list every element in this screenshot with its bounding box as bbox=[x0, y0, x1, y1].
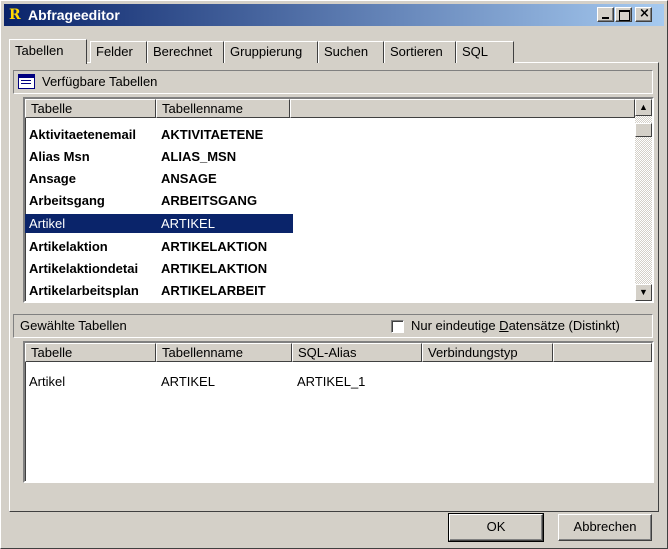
chosen-tables-title: Gewählte Tabellen bbox=[20, 318, 127, 333]
cell-table: Artikelarbeitsplan bbox=[29, 283, 139, 298]
cell-name: ANSAGE bbox=[161, 171, 217, 186]
cell-table: Artikel bbox=[29, 216, 66, 231]
cell-name: ARTIKEL bbox=[161, 216, 215, 231]
tab-berechnet[interactable]: Berechnet bbox=[147, 41, 224, 63]
column-header-tabellenname[interactable]: Tabellenname bbox=[156, 343, 292, 362]
available-tables-list[interactable]: Tabelle Tabellenname Aktivitaetenemail AK… bbox=[23, 97, 654, 303]
cell-table: Arbeitsgang bbox=[29, 193, 105, 208]
column-header-tabellenname[interactable]: Tabellenname bbox=[156, 99, 290, 118]
vertical-scrollbar[interactable]: ▲ ▼ bbox=[635, 99, 652, 301]
title-bar[interactable]: R Abfrageeditor × bbox=[4, 4, 664, 26]
cell-table: Artikelaktiondetai bbox=[29, 261, 139, 276]
cell-name: ARTIKELAKTION bbox=[161, 239, 268, 254]
close-button[interactable]: × bbox=[635, 6, 652, 22]
distinct-label-part: Nur eindeutige bbox=[411, 318, 500, 333]
table-row[interactable]: Artikelaktion ARTIKELAKTION bbox=[25, 237, 293, 256]
window-title: Abfrageeditor bbox=[28, 7, 120, 23]
cell-name: ALIAS_MSN bbox=[161, 149, 237, 164]
close-icon: × bbox=[639, 6, 650, 21]
column-header-filler bbox=[290, 99, 635, 118]
tab-tabellen[interactable]: Tabellen bbox=[9, 39, 87, 64]
table-row[interactable]: Aktivitaetenemail AKTIVITAETENE bbox=[25, 125, 293, 144]
arrow-down-icon: ▼ bbox=[639, 287, 648, 297]
cancel-button[interactable]: Abbrechen bbox=[558, 514, 652, 541]
tab-gruppierung[interactable]: Gruppierung bbox=[224, 41, 318, 63]
table-row[interactable]: Ansage ANSAGE bbox=[25, 169, 293, 188]
available-tables-header: Verfügbare Tabellen bbox=[13, 70, 653, 94]
column-header-filler bbox=[553, 343, 652, 362]
available-tables-title: Verfügbare Tabellen bbox=[42, 74, 158, 89]
cell-table: Ansage bbox=[29, 171, 76, 186]
column-header-tabelle[interactable]: Tabelle bbox=[25, 99, 156, 118]
table-row-selected[interactable]: Artikel ARTIKEL bbox=[25, 214, 293, 233]
table-row[interactable]: Arbeitsgang ARBEITSGANG bbox=[25, 191, 293, 210]
cell-table: Artikelaktion bbox=[29, 239, 108, 254]
table-list-icon bbox=[18, 74, 35, 89]
column-header-verbindungstyp[interactable]: Verbindungstyp bbox=[422, 343, 553, 362]
cell-name: ARTIKEL bbox=[161, 374, 215, 389]
minimize-button[interactable] bbox=[597, 7, 614, 22]
cell-table: Artikel bbox=[29, 374, 66, 389]
scroll-thumb[interactable] bbox=[635, 123, 652, 137]
cell-name: ARTIKELARBEIT bbox=[161, 283, 266, 298]
table-row[interactable]: Artikelaktiondetai ARTIKELAKTION bbox=[25, 259, 293, 278]
column-header-sql-alias[interactable]: SQL-Alias bbox=[292, 343, 422, 362]
distinct-label-part: atensätze (Distinkt) bbox=[508, 318, 620, 333]
maximize-button[interactable] bbox=[615, 7, 632, 22]
tab-strip: Tabellen Felder Berechnet Gruppierung Su… bbox=[9, 39, 661, 64]
app-icon: R bbox=[9, 7, 21, 23]
cell-name: ARBEITSGANG bbox=[161, 193, 258, 208]
cell-table: Alias Msn bbox=[29, 149, 90, 164]
distinct-label-accelerator: D bbox=[499, 318, 509, 333]
distinct-checkbox[interactable] bbox=[391, 320, 404, 333]
arrow-up-icon: ▲ bbox=[639, 102, 648, 112]
cell-name: ARTIKELAKTION bbox=[161, 261, 268, 276]
tab-suchen[interactable]: Suchen bbox=[318, 41, 384, 63]
table-row[interactable]: Alias Msn ALIAS_MSN bbox=[25, 147, 293, 166]
chosen-tables-header: Gewählte Tabellen Nur eindeutige Datensä… bbox=[13, 314, 653, 338]
chosen-tables-list[interactable]: Tabelle Tabellenname SQL-Alias Verbindun… bbox=[23, 341, 654, 483]
table-row[interactable]: Artikel ARTIKEL ARTIKEL_1 bbox=[25, 372, 525, 391]
table-row[interactable]: Artikelarbeitsplan ARTIKELARBEIT bbox=[25, 281, 293, 300]
tab-sql[interactable]: SQL bbox=[456, 41, 514, 63]
cell-table: Aktivitaetenemail bbox=[29, 127, 136, 142]
distinct-label[interactable]: Nur eindeutige Datensätze (Distinkt) bbox=[411, 318, 620, 334]
scroll-up-button[interactable]: ▲ bbox=[635, 99, 652, 116]
tab-sortieren[interactable]: Sortieren bbox=[384, 41, 456, 63]
cell-name: AKTIVITAETENE bbox=[161, 127, 264, 142]
query-editor-window: R Abfrageeditor × Tabellen Felder Berech… bbox=[0, 0, 668, 549]
ok-button[interactable]: OK bbox=[448, 513, 544, 542]
tab-felder[interactable]: Felder bbox=[90, 41, 147, 63]
scroll-down-button[interactable]: ▼ bbox=[635, 284, 652, 301]
cell-alias: ARTIKEL_1 bbox=[297, 374, 366, 389]
column-header-tabelle[interactable]: Tabelle bbox=[25, 343, 156, 362]
